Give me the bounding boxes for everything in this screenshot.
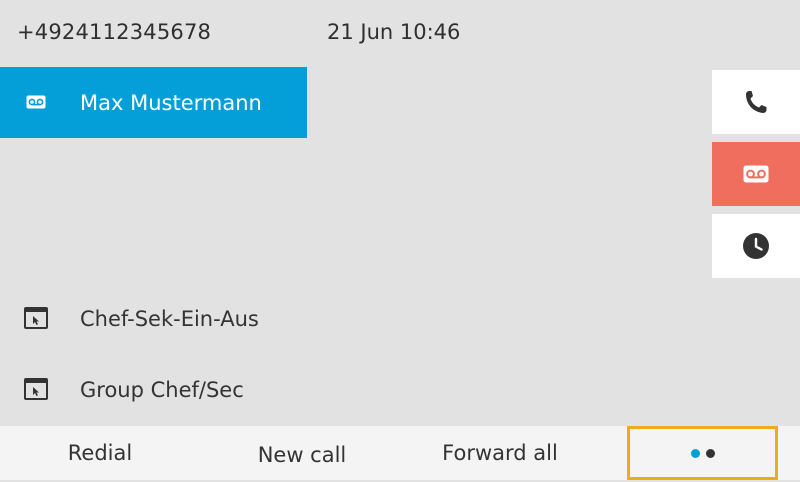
- phone-number: +4924112345678: [17, 20, 212, 44]
- more-dots-icon: [688, 448, 718, 458]
- voicemail-button[interactable]: [712, 142, 800, 206]
- recents-button[interactable]: [712, 214, 800, 278]
- service-window-icon: [24, 307, 48, 329]
- line-label: Max Mustermann: [80, 91, 262, 115]
- status-header: +4924112345678 21 Jun 10:46: [0, 0, 800, 66]
- feature-label: Group Chef/Sec: [80, 378, 244, 402]
- voicemail-icon: [26, 95, 46, 109]
- feature-group-chef-sec[interactable]: Group Chef/Sec: [0, 364, 600, 420]
- forward-all-button[interactable]: Forward all: [400, 426, 600, 480]
- feature-label: Chef-Sek-Ein-Aus: [80, 307, 259, 331]
- softkey-bar: Redial New call Forward all: [0, 426, 800, 480]
- line-key-max-mustermann[interactable]: Max Mustermann: [0, 67, 307, 138]
- voicemail-icon: [743, 165, 769, 183]
- service-window-icon: [24, 378, 48, 400]
- date-time: 21 Jun 10:46: [327, 20, 461, 44]
- redial-button[interactable]: Redial: [0, 426, 200, 480]
- clock-icon: [743, 233, 769, 259]
- new-call-button[interactable]: New call: [202, 428, 402, 482]
- phone-icon: [746, 91, 767, 113]
- call-button[interactable]: [712, 70, 800, 134]
- feature-chef-sek-ein-aus[interactable]: Chef-Sek-Ein-Aus: [0, 293, 600, 349]
- more-button[interactable]: [627, 426, 778, 480]
